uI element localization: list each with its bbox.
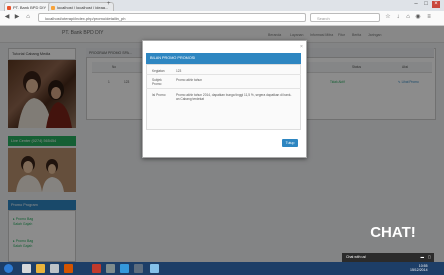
field-value-isi: Promo akhir tahun 2014, dapatkan bunga t… [176,93,292,102]
close-window-icon[interactable]: × [432,1,440,8]
close-button[interactable]: Tutup [282,139,298,147]
close-modal-icon[interactable]: × [300,44,303,50]
field-value-subjek: Promo akhir tahun [176,78,203,82]
modal-title: BILAN PROMO PROMOSI [146,53,301,64]
clock-date: 15/12/2014 [410,268,428,272]
download-icon[interactable]: ↓ [394,13,402,22]
field-label-kegiatan: Kegiatan [152,69,165,73]
field-label-subjek: Subjek Promo [152,78,162,87]
addon-icon[interactable]: ◉ [414,13,422,22]
field-value-kegiatan: 123 [176,69,182,73]
search-input[interactable]: Search [310,13,380,22]
tab-label: PT. Bank BPD DIY [13,5,47,10]
back-icon[interactable]: ◀ [3,13,11,22]
home-page-icon[interactable]: ⌂ [404,13,412,22]
divider [146,74,301,75]
start-button-icon[interactable] [4,264,13,273]
app-icon[interactable] [106,264,115,273]
chat-bar-label: Chat with us! [346,255,367,259]
expand-chat-icon[interactable]: ▢ [428,253,431,262]
folder-icon[interactable] [36,264,45,273]
tab-label: localhost / localhost / ideaa... [57,5,109,10]
url-input[interactable]: localhost/oterapi/index.php/promo/detail… [38,13,306,22]
minimize-chat-icon[interactable]: ▬ [421,253,425,262]
app-icon[interactable] [120,264,129,273]
bookmark-icon[interactable]: ☆ [384,13,392,22]
favicon-icon [7,5,11,10]
system-clock[interactable]: 10:55 15/12/2014 [410,264,428,272]
chat-badge[interactable]: CHAT! [364,220,422,246]
app-icon[interactable] [92,264,101,273]
divider [146,88,301,89]
field-label-isi: Isi Promo [152,93,166,97]
menu-icon[interactable]: ≡ [425,13,433,22]
chat-bar[interactable]: Chat with us! ▬ ▢ [342,253,434,262]
home-icon[interactable]: ⌂ [24,13,32,22]
ie-icon[interactable] [22,264,31,273]
new-tab-button[interactable]: + [107,1,111,7]
maximize-icon[interactable]: □ [422,1,430,8]
app-icon[interactable] [134,264,143,273]
app-icon[interactable] [150,264,159,273]
forward-icon[interactable]: ▶ [13,13,21,22]
firefox-icon[interactable] [64,264,73,273]
minimize-icon[interactable]: – [412,1,420,8]
media-icon[interactable] [50,264,59,273]
favicon-icon [51,5,55,10]
